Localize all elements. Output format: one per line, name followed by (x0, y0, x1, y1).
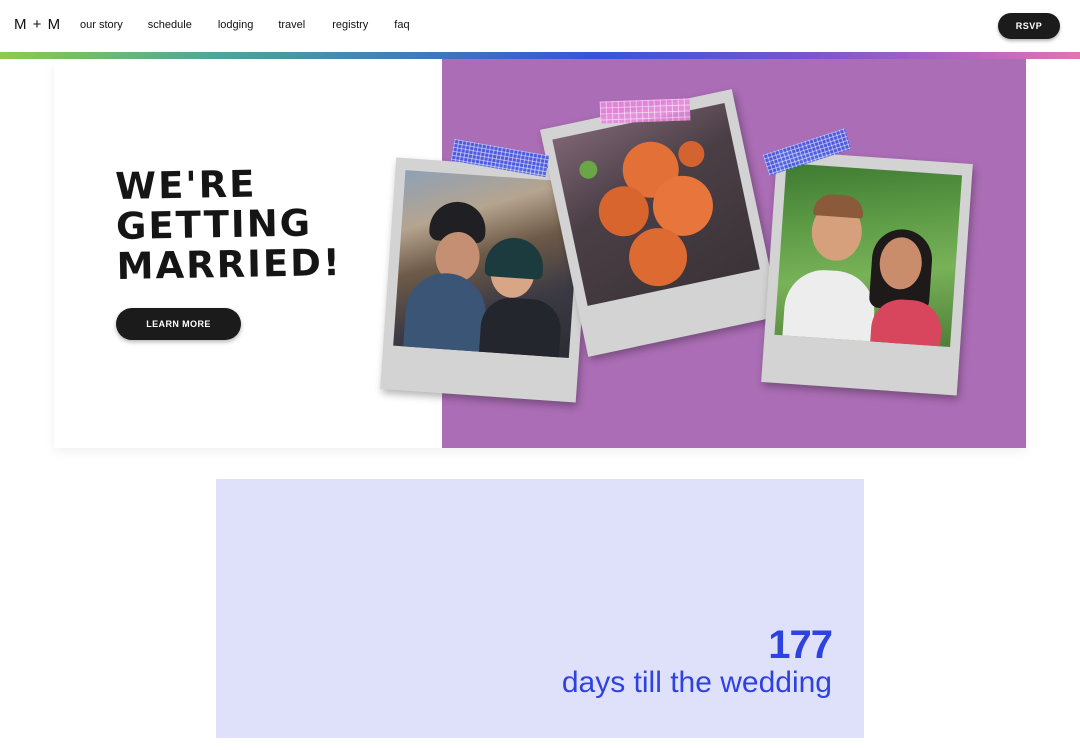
nav-travel[interactable]: travel (278, 19, 305, 31)
page: M + M our story schedule lodging travel … (0, 0, 1080, 750)
polaroid-photo-couple-garden (761, 150, 973, 396)
rsvp-button[interactable]: RSVP (998, 13, 1060, 39)
countdown-section: 177 days till the wedding (216, 479, 864, 738)
hero-title: WE'RE GETTING MARRIED! (114, 162, 343, 288)
nav-schedule[interactable]: schedule (148, 19, 192, 31)
nav-registry[interactable]: registry (332, 19, 368, 31)
photo-couple-garden (774, 163, 963, 347)
hero-title-line-2: GETTING (115, 201, 313, 248)
countdown-days-label: days till the wedding (561, 666, 832, 699)
hero-section: WE'RE GETTING MARRIED! LEARN MORE (54, 59, 1026, 448)
hero-title-line-3: MARRIED! (116, 241, 343, 288)
brand-logo[interactable]: M + M (14, 16, 61, 33)
main-nav: our story schedule lodging travel regist… (80, 19, 410, 31)
learn-more-button[interactable]: LEARN MORE (116, 308, 241, 340)
nav-our-story[interactable]: our story (80, 19, 123, 31)
site-header: M + M our story schedule lodging travel … (0, 0, 1080, 52)
photo-couple-mountain (393, 170, 582, 358)
nav-lodging[interactable]: lodging (218, 19, 253, 31)
photo-dahlias (552, 102, 760, 306)
nav-faq[interactable]: faq (394, 19, 409, 31)
washi-tape-pink (599, 98, 691, 124)
hero-title-line-1: WE'RE (114, 162, 257, 208)
countdown-days-number: 177 (768, 623, 833, 667)
gradient-divider (0, 52, 1080, 59)
